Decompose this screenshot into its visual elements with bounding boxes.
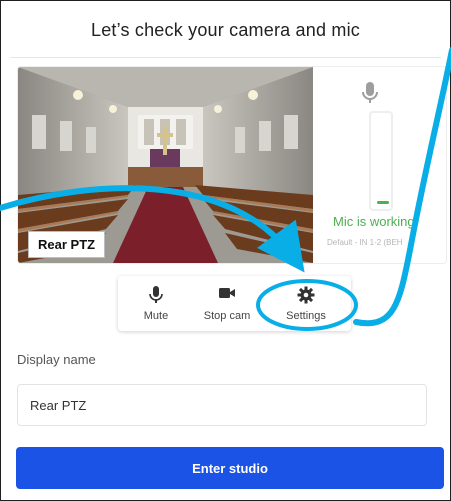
title-divider (10, 57, 441, 58)
settings-label: Settings (286, 310, 326, 322)
media-controls: Mute Stop cam Settings (118, 276, 351, 331)
camera-source-label: Rear PTZ (28, 231, 106, 258)
display-name-input[interactable] (17, 384, 427, 426)
video-camera-icon (219, 288, 235, 298)
gear-icon (297, 286, 315, 304)
mic-icon (362, 82, 378, 103)
settings-button[interactable]: Settings (268, 276, 344, 331)
mic-status: Mic is working (333, 214, 415, 229)
mic-panel: Mic is working Default - IN 1-2 (BEH (313, 67, 446, 263)
mic-icon (149, 286, 163, 303)
mic-level-fill (377, 201, 389, 204)
mic-level-meter (369, 111, 393, 211)
camera-preview: Rear PTZ (18, 67, 313, 263)
mute-label: Mute (143, 310, 169, 322)
mute-button[interactable]: Mute (126, 276, 186, 331)
enter-studio-button[interactable]: Enter studio (16, 447, 444, 489)
stop-cam-label: Stop cam (203, 310, 251, 322)
stop-cam-button[interactable]: Stop cam (190, 276, 264, 331)
dialog-title: Let’s check your camera and mic (91, 20, 360, 40)
preview-card: Rear PTZ Mic is working Default - IN 1-2… (17, 66, 447, 264)
display-name-label: Display name (17, 352, 96, 367)
mic-device-name[interactable]: Default - IN 1-2 (BEH (327, 238, 403, 247)
